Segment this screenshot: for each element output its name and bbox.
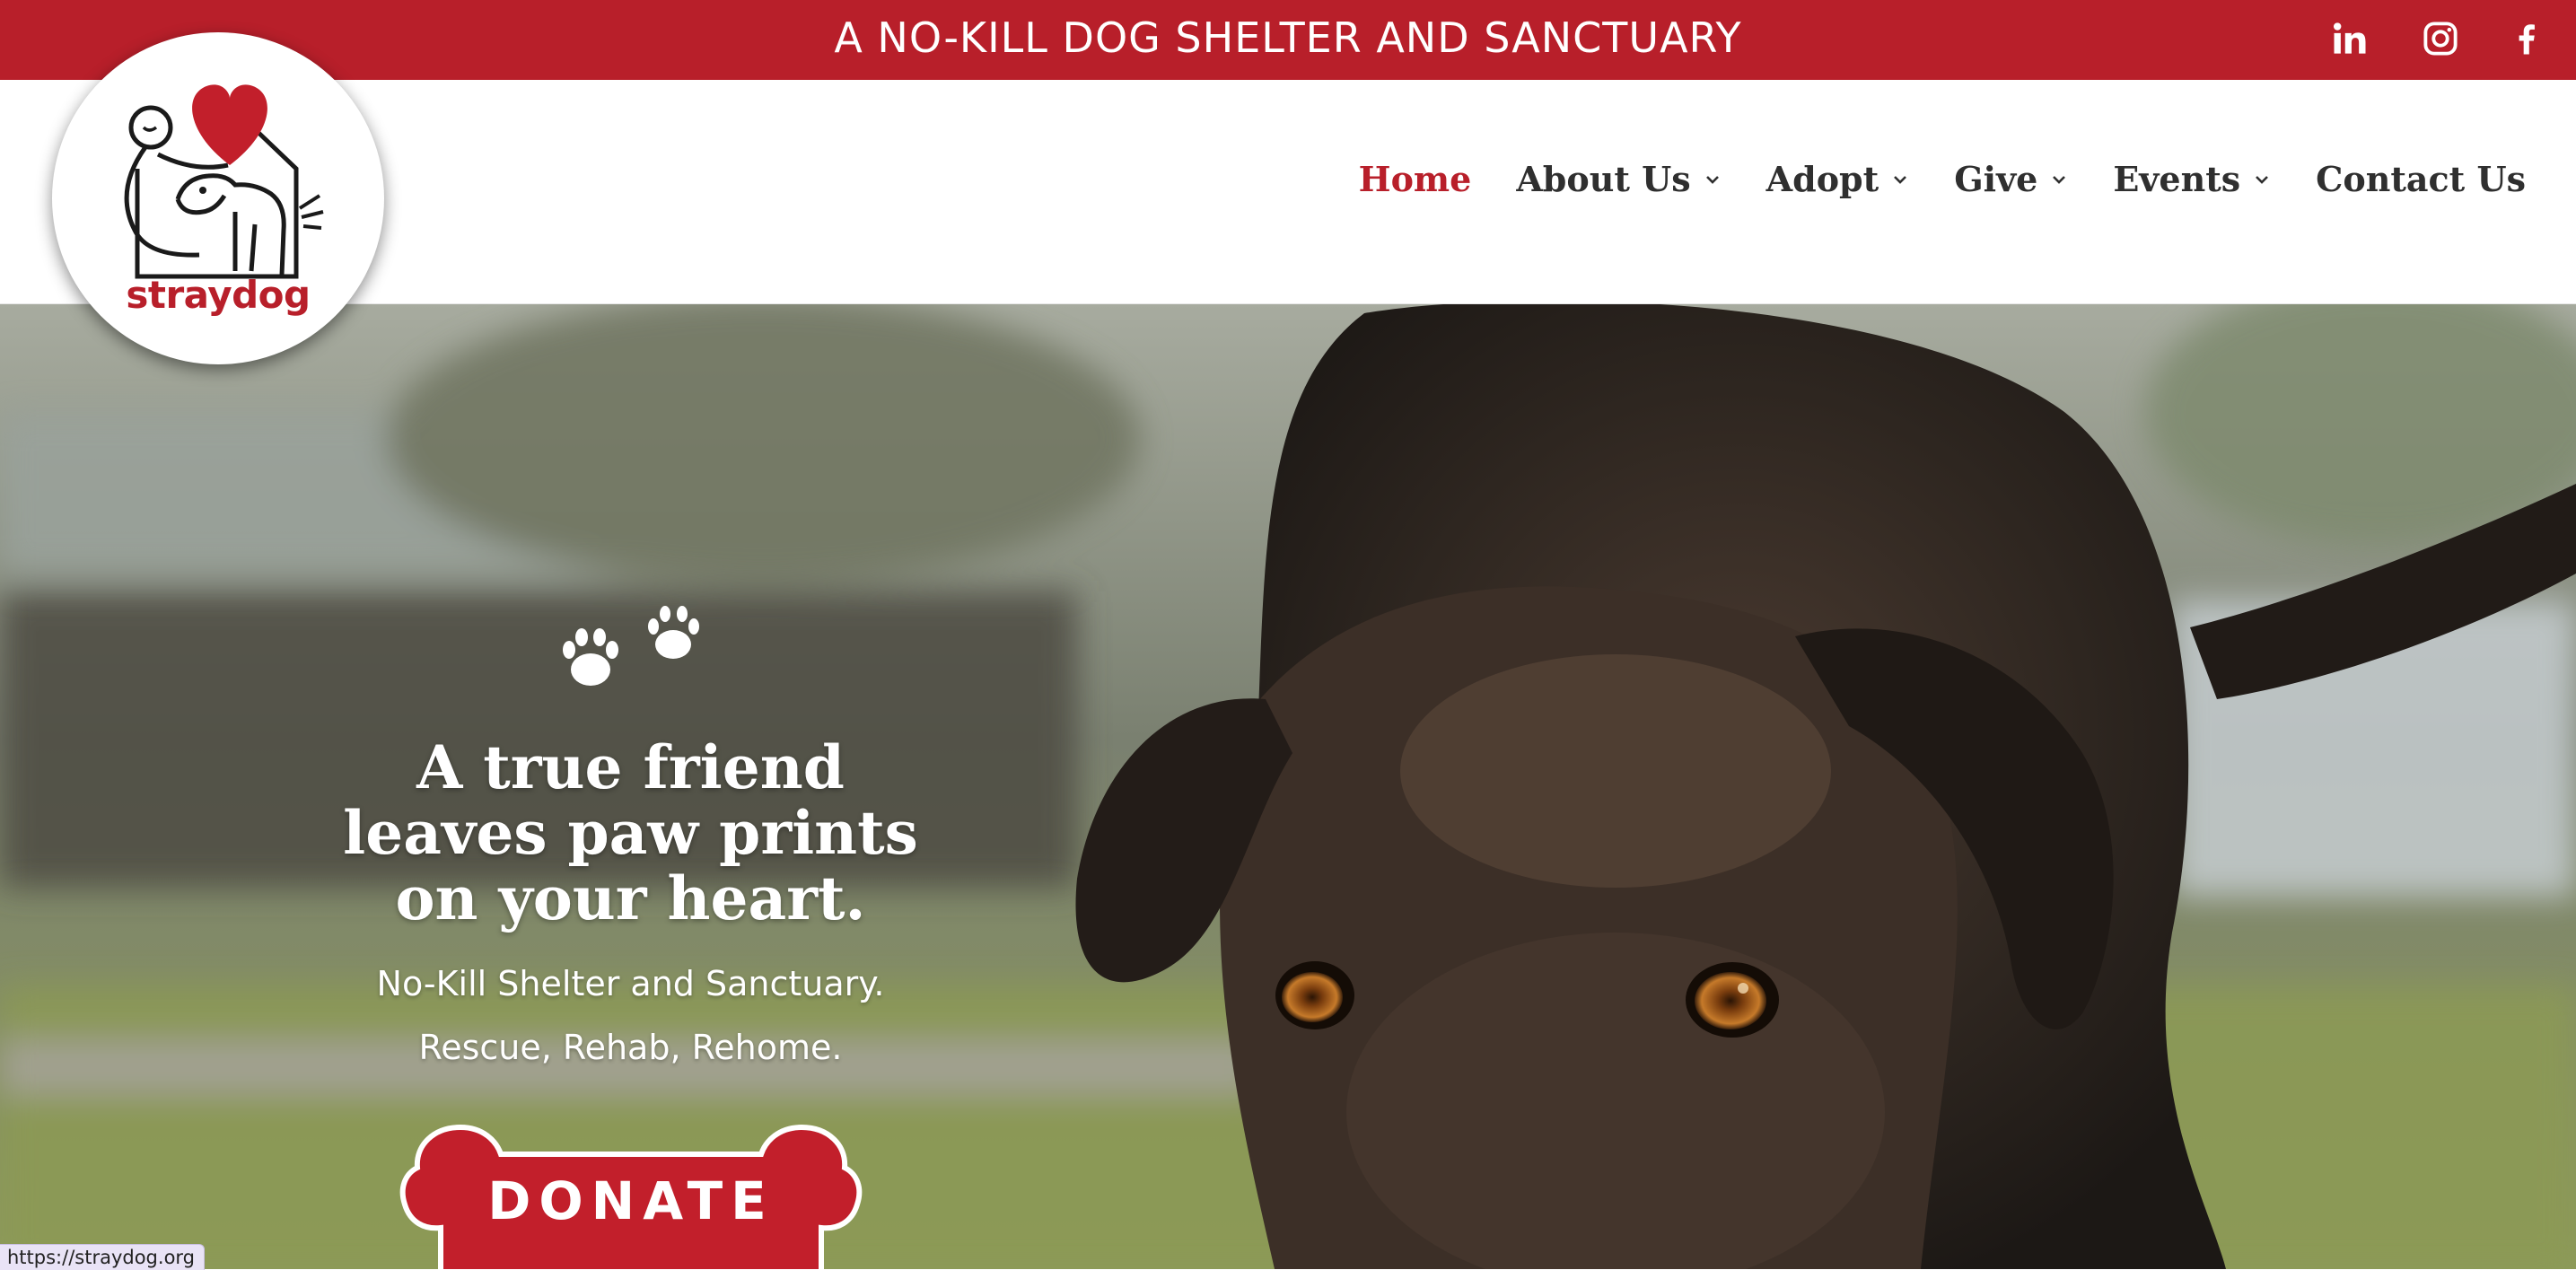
linkedin-link[interactable] [2327,16,2372,61]
nav-contact-us[interactable]: Contact Us [2316,159,2526,199]
donate-label: DONATE [487,1170,775,1231]
hero-heading: A true friend leaves paw prints on your … [269,735,992,932]
logo-text: straydog [126,273,311,317]
linkedin-icon [2333,22,2366,54]
hero-heading-line-2: leaves paw prints [343,798,918,868]
chevron-down-icon [1894,175,1907,184]
chevron-down-icon [1705,175,1719,184]
site-header: Home About Us Adopt Give Events Contact … [0,80,2576,304]
donate-button[interactable]: DONATE [398,1118,864,1269]
hero-heading-line-1: A true friend [416,732,845,802]
nav-give[interactable]: Give [1954,159,2068,199]
nav-home[interactable]: Home [1359,159,1472,199]
hero-subtitle-2: Rescue, Rehab, Rehome. [418,1028,843,1067]
main-nav: Home About Us Adopt Give Events Contact … [1314,159,2526,199]
straydog-logo[interactable]: straydog [52,32,384,364]
nav-about-us-label: About Us [1516,159,1691,199]
facebook-link[interactable] [2504,16,2549,61]
paw-prints-icon [563,606,699,686]
status-url: https://straydog.org [0,1244,206,1270]
hero-section: A true friend leaves paw prints on your … [0,304,2576,1269]
hero-subtitle-1: No-Kill Shelter and Sanctuary. [376,964,885,1003]
nav-events[interactable]: Events [2113,159,2271,199]
nav-adopt[interactable]: Adopt [1766,159,1910,199]
nav-home-label: Home [1358,159,1472,199]
nav-contact-us-label: Contact Us [2316,159,2526,199]
nav-give-label: Give [1954,159,2038,199]
nav-events-label: Events [2113,159,2241,199]
banner-title: A NO-KILL DOG SHELTER AND SANCTUARY [834,13,1742,62]
facebook-icon [2519,24,2535,55]
hero-heading-line-3: on your heart. [395,863,866,933]
instagram-icon [2423,22,2458,56]
instagram-link[interactable] [2418,16,2463,61]
nav-adopt-label: Adopt [1766,159,1879,199]
nav-about-us[interactable]: About Us [1516,159,1721,199]
chevron-down-icon [2256,175,2269,184]
top-banner: A NO-KILL DOG SHELTER AND SANCTUARY [0,0,2576,80]
chevron-down-icon [2053,175,2066,184]
